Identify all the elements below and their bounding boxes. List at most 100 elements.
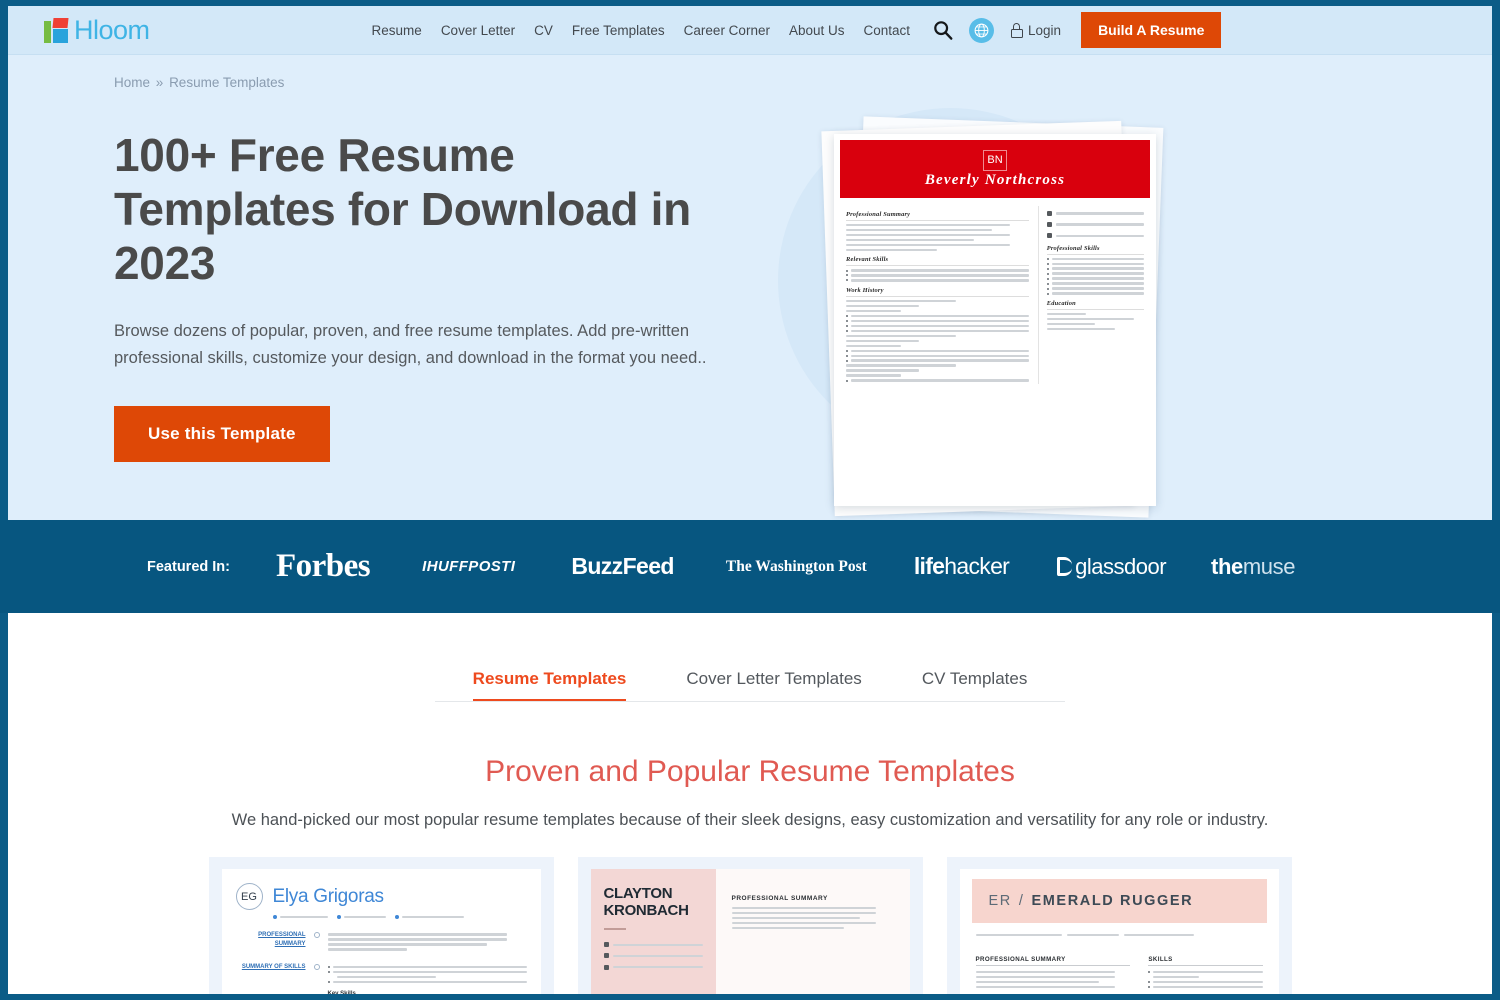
nav-item-about-us[interactable]: About Us xyxy=(789,23,845,38)
hero-resume-preview[interactable]: BN Beverly Northcross Professional Summa… xyxy=(768,90,1198,518)
hero-subtitle: Browse dozens of popular, proven, and fr… xyxy=(114,322,707,367)
card1-summary-row: PROFESSIONAL SUMMARY xyxy=(236,931,527,954)
nav-item-cv[interactable]: CV xyxy=(534,23,553,38)
nav-links: Resume Cover Letter CV Free Templates Ca… xyxy=(372,23,910,38)
candidate-name: Elya Grigoras xyxy=(272,885,385,907)
themuse-rest: muse xyxy=(1242,553,1296,579)
card2-summary-label: PROFESSIONAL SUMMARY xyxy=(731,895,828,902)
candidate-initials: ER xyxy=(988,893,1012,909)
tab-resume-templates[interactable]: Resume Templates xyxy=(472,669,627,701)
breadcrumb: Home » Resume Templates xyxy=(8,55,1492,90)
breadcrumb-separator: » xyxy=(155,75,164,90)
themuse-bold: the xyxy=(1211,553,1243,579)
resume-professional-skills-heading: Professional Skills xyxy=(1046,245,1144,255)
breadcrumb-home[interactable]: Home xyxy=(114,75,150,90)
logo-text: Hloom xyxy=(74,14,150,45)
name-separator: / xyxy=(1018,893,1025,909)
resume-summary-heading: Professional Summary xyxy=(846,211,1029,221)
build-a-resume-button[interactable]: Build A Resume xyxy=(1081,12,1222,48)
brand-logo-washington-post: The Washington Post xyxy=(725,557,867,575)
divider xyxy=(603,928,626,930)
resume-left-column: Professional Summary Relevant Skills Wor… xyxy=(846,206,1029,384)
card3-summary-label: PROFESSIONAL SUMMARY xyxy=(975,956,1131,966)
top-navigation-bar: Hloom Resume Cover Letter CV Free Templa… xyxy=(8,6,1492,55)
template-type-tabs: Resume Templates Cover Letter Templates … xyxy=(435,669,1065,702)
brand-logo-forbes: Forbes xyxy=(275,548,371,584)
brand-logo-huffpost: IHUFFPOSTI xyxy=(422,558,516,575)
template-card-grid: EG Elya Grigoras PROFESSIONAL SUMMARY SU… xyxy=(8,857,1492,994)
template-card-elya-grigoras[interactable]: EG Elya Grigoras PROFESSIONAL SUMMARY SU… xyxy=(208,857,554,994)
resume-candidate-name: Beverly Northcross xyxy=(924,171,1066,188)
glassdoor-mark-icon xyxy=(1057,557,1073,576)
resume-right-column: Professional Skills Education xyxy=(1037,206,1144,385)
featured-in-band: Featured In: Forbes IHUFFPOSTI BuzzFeed … xyxy=(0,520,1500,613)
card3-right-column: SKILLS xyxy=(1148,956,1263,991)
hero-text-column: 100+ Free Resume Templates for Download … xyxy=(114,128,754,462)
section-title: Proven and Popular Resume Templates xyxy=(485,755,1015,788)
resume-work-history-heading: Work History xyxy=(846,287,1029,297)
card3-columns: PROFESSIONAL SUMMARY SKILLS xyxy=(972,956,1267,991)
template-card-emerald-rugger[interactable]: ER / EMERALD RUGGER PROFESSIONAL SUMMARY xyxy=(946,857,1292,994)
hero-section: Hloom Resume Cover Letter CV Free Templa… xyxy=(8,6,1492,520)
candidate-name-line2: KRONBACH xyxy=(603,902,689,919)
candidate-name: ER / EMERALD RUGGER xyxy=(989,893,1194,909)
resume-body: Professional Summary Relevant Skills Wor… xyxy=(840,198,1150,385)
nav-item-career-corner[interactable]: Career Corner xyxy=(684,23,770,38)
brand-logo-lifehacker: lifehacker xyxy=(913,553,1010,580)
login-button[interactable]: Login xyxy=(1010,22,1062,38)
brand-logo-glassdoor: glassdoor xyxy=(1057,553,1167,580)
card2-sidebar: CLAYTON KRONBACH xyxy=(590,869,716,994)
card3-left-column: PROFESSIONAL SUMMARY xyxy=(975,956,1131,991)
tab-cv-templates[interactable]: CV Templates xyxy=(922,669,1028,701)
lifehacker-rest: hacker xyxy=(944,553,1010,579)
card2-main: PROFESSIONAL SUMMARY xyxy=(715,869,910,994)
breadcrumb-current: Resume Templates xyxy=(169,75,285,90)
nav-item-cover-letter[interactable]: Cover Letter xyxy=(441,23,515,38)
page-title: 100+ Free Resume Templates for Download … xyxy=(114,129,691,289)
glassdoor-text: glassdoor xyxy=(1075,553,1167,579)
search-icon[interactable] xyxy=(932,19,954,41)
hero-body: 100+ Free Resume Templates for Download … xyxy=(8,90,1492,518)
lock-icon xyxy=(1010,22,1023,38)
card1-contact-row xyxy=(272,913,527,921)
template-preview: CLAYTON KRONBACH PROFESSIONAL SUMMARY xyxy=(590,869,910,994)
nav-item-contact[interactable]: Contact xyxy=(863,23,910,38)
resume-header: BN Beverly Northcross xyxy=(840,140,1150,198)
avatar: EG xyxy=(235,883,263,910)
card3-skills-label: SKILLS xyxy=(1148,956,1263,966)
brand-logo-buzzfeed: BuzzFeed xyxy=(571,553,674,579)
use-this-template-button[interactable]: Use this Template xyxy=(114,406,330,462)
candidate-full-name: EMERALD RUGGER xyxy=(1031,893,1194,909)
page-root: Hloom Resume Cover Letter CV Free Templa… xyxy=(0,0,1500,1000)
bullet-circle-icon xyxy=(313,931,320,938)
hloom-logo-icon xyxy=(44,17,70,43)
resume-education-heading: Education xyxy=(1046,300,1144,310)
template-card-clayton-kronbach[interactable]: CLAYTON KRONBACH PROFESSIONAL SUMMARY xyxy=(577,857,923,994)
tab-cover-letter-templates[interactable]: Cover Letter Templates xyxy=(686,669,861,701)
login-label: Login xyxy=(1028,22,1062,38)
card1-skills-label: SUMMARY OF SKILLS xyxy=(241,964,306,971)
site-logo[interactable]: Hloom xyxy=(44,15,150,46)
card1-key-skills-label: Key Skills xyxy=(328,991,527,994)
card1-header: EG Elya Grigoras xyxy=(235,883,527,910)
resume-relevant-skills-heading: Relevant Skills xyxy=(846,256,1029,267)
template-preview: EG Elya Grigoras PROFESSIONAL SUMMARY SU… xyxy=(221,869,541,994)
section-subtitle: We hand-picked our most popular resume t… xyxy=(231,811,1269,829)
candidate-name-line1: CLAYTON xyxy=(603,885,673,902)
card1-skills-row: SUMMARY OF SKILLS Key Skills xyxy=(236,963,527,994)
nav-icon-group xyxy=(932,17,995,43)
globe-icon[interactable] xyxy=(969,17,995,43)
resume-initials-badge: BN xyxy=(983,149,1007,171)
nav-item-free-templates[interactable]: Free Templates xyxy=(572,23,665,38)
card3-header-band: ER / EMERALD RUGGER xyxy=(971,879,1267,923)
templates-section: Resume Templates Cover Letter Templates … xyxy=(8,613,1492,994)
resume-preview-card[interactable]: BN Beverly Northcross Professional Summa… xyxy=(834,134,1156,506)
featured-in-label: Featured In: xyxy=(147,558,230,575)
card1-summary-label: PROFESSIONAL SUMMARY xyxy=(258,931,306,947)
template-preview: ER / EMERALD RUGGER PROFESSIONAL SUMMARY xyxy=(959,869,1279,994)
nav-item-resume[interactable]: Resume xyxy=(372,23,422,38)
card3-contact-row xyxy=(975,931,1267,939)
brand-logo-themuse: themuse xyxy=(1211,554,1295,580)
lifehacker-bold: life xyxy=(913,553,945,579)
bullet-circle-icon xyxy=(313,964,320,971)
